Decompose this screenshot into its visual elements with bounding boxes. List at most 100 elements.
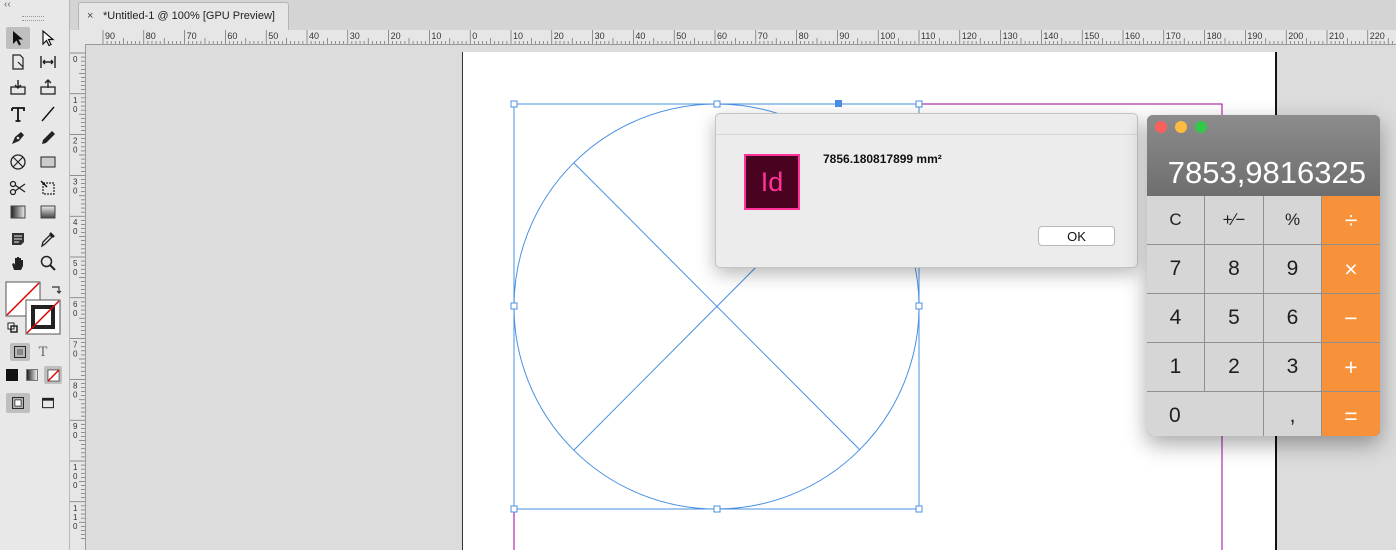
screen-mode-button[interactable] bbox=[36, 393, 60, 413]
ruler-label: 0 bbox=[73, 268, 78, 277]
ruler-label: 170 bbox=[1166, 31, 1181, 41]
calc-key[interactable]: 0 bbox=[1147, 392, 1263, 436]
formatting-affects-text[interactable]: T bbox=[33, 343, 53, 361]
ruler-label: 1 bbox=[73, 463, 78, 472]
feather-icon bbox=[40, 205, 56, 219]
minimize-window-button[interactable] bbox=[1175, 121, 1187, 133]
ruler-label: 80 bbox=[799, 31, 809, 41]
document-tab-bar: × *Untitled-1 @ 100% [GPU Preview] bbox=[70, 0, 1396, 31]
line-tool[interactable] bbox=[36, 103, 60, 125]
calc-key[interactable]: 6 bbox=[1264, 294, 1321, 342]
rectangle-tool[interactable] bbox=[36, 151, 60, 173]
gradient-feather-tool[interactable] bbox=[36, 201, 60, 223]
ruler-label: 140 bbox=[1043, 31, 1058, 41]
note-tool[interactable] bbox=[6, 228, 30, 250]
type-icon bbox=[11, 107, 25, 122]
calc-key[interactable]: 4 bbox=[1147, 294, 1204, 342]
zoom-tool[interactable] bbox=[36, 252, 60, 274]
ruler-label: 80 bbox=[146, 31, 156, 41]
close-tab-icon[interactable]: × bbox=[87, 3, 93, 29]
gradient-swatch-tool[interactable] bbox=[6, 201, 30, 223]
horizontal-ruler[interactable]: 90 80 70 60 50 40 30 20 10 0 10 20 30 40 50 60 70 80 90 100… bbox=[86, 30, 1396, 45]
calc-key[interactable]: 2 bbox=[1205, 343, 1263, 391]
container-icon bbox=[14, 346, 26, 358]
formatting-affects-container[interactable] bbox=[10, 343, 30, 361]
ruler-label: 0 bbox=[73, 146, 78, 155]
panel-grip[interactable] bbox=[22, 16, 44, 21]
calc-key[interactable]: − bbox=[1322, 294, 1380, 342]
calc-key[interactable]: , bbox=[1264, 392, 1321, 436]
calc-key[interactable]: 5 bbox=[1205, 294, 1263, 342]
calc-key[interactable]: 8 bbox=[1205, 245, 1263, 293]
calc-key[interactable]: 1 bbox=[1147, 343, 1204, 391]
ruler-origin[interactable] bbox=[70, 30, 87, 45]
ruler-label: 0 bbox=[73, 186, 78, 195]
indesign-app-icon: Id bbox=[744, 154, 800, 210]
zoom-window-button[interactable] bbox=[1195, 121, 1207, 133]
close-window-button[interactable] bbox=[1155, 121, 1167, 133]
ruler-label: 70 bbox=[187, 31, 197, 41]
page-tool[interactable] bbox=[6, 51, 30, 73]
calc-key[interactable]: + bbox=[1322, 343, 1380, 391]
ruler-label: 100 bbox=[880, 31, 895, 41]
dialog-titlebar[interactable] bbox=[716, 114, 1137, 135]
ruler-label: 60 bbox=[717, 31, 727, 41]
content-placer-tool[interactable] bbox=[36, 76, 60, 98]
apply-none-button[interactable] bbox=[44, 366, 62, 384]
pen-tool[interactable] bbox=[6, 127, 30, 149]
ruler-label: 20 bbox=[554, 31, 564, 41]
ruler-label: 150 bbox=[1084, 31, 1099, 41]
calculator-window: 7853,9816325 C +∕−% ÷ 7 8 9 × 4 5 6− 1 2 3 +0, = bbox=[1147, 115, 1380, 436]
ruler-label: 50 bbox=[268, 31, 278, 41]
ok-button[interactable]: OK bbox=[1038, 226, 1115, 246]
calc-key[interactable]: = bbox=[1322, 392, 1380, 436]
vertical-ruler[interactable]: 0102030405060708090100110 bbox=[70, 44, 86, 550]
ruler-label: 0 bbox=[73, 481, 78, 490]
reference-point-handle[interactable] bbox=[835, 100, 842, 107]
ruler-label: 0 bbox=[472, 31, 477, 41]
normal-view-mode[interactable] bbox=[6, 393, 30, 413]
scissors-tool[interactable] bbox=[6, 177, 30, 199]
rectangle-frame-tool[interactable] bbox=[6, 151, 30, 173]
calc-key[interactable]: 3 bbox=[1264, 343, 1321, 391]
eyedropper-tool[interactable] bbox=[36, 228, 60, 250]
apply-gradient-icon[interactable] bbox=[26, 369, 38, 381]
swap-fill-stroke-icon[interactable] bbox=[50, 283, 62, 295]
ruler-label: 190 bbox=[1247, 31, 1262, 41]
placer-icon bbox=[40, 79, 56, 95]
calc-key[interactable]: ÷ bbox=[1322, 196, 1380, 244]
document-tab[interactable]: × *Untitled-1 @ 100% [GPU Preview] bbox=[78, 2, 289, 31]
text-icon: T bbox=[38, 344, 48, 360]
ruler-label: 0 bbox=[73, 227, 78, 236]
ruler-label: 0 bbox=[73, 390, 78, 399]
note-icon bbox=[12, 233, 24, 245]
calc-key[interactable]: C bbox=[1147, 196, 1204, 244]
collapse-panel-button[interactable]: ‹‹ bbox=[4, 0, 11, 10]
direct-selection-tool[interactable] bbox=[36, 27, 60, 49]
calc-key[interactable]: +∕− bbox=[1205, 196, 1263, 244]
free-transform-tool[interactable] bbox=[36, 177, 60, 199]
content-collector-tool[interactable] bbox=[6, 76, 30, 98]
ruler-label: 10 bbox=[513, 31, 523, 41]
apply-color-icon[interactable] bbox=[6, 369, 18, 381]
hand-tool[interactable] bbox=[6, 252, 30, 274]
transform-icon bbox=[40, 180, 55, 195]
ruler-label: 10 bbox=[431, 31, 441, 41]
calculator-titlebar[interactable]: 7853,9816325 bbox=[1147, 115, 1380, 196]
calc-key[interactable]: × bbox=[1322, 245, 1380, 293]
hollow-arrow-icon bbox=[42, 29, 55, 47]
calc-key[interactable]: % bbox=[1264, 196, 1321, 244]
calc-key[interactable]: 9 bbox=[1264, 245, 1321, 293]
pencil-tool[interactable] bbox=[36, 127, 60, 149]
ruler-label: 3 bbox=[73, 177, 78, 186]
pen-icon bbox=[12, 132, 24, 144]
ruler-label: 130 bbox=[1003, 31, 1018, 41]
type-tool[interactable] bbox=[6, 103, 30, 125]
tools-panel: ‹‹ T bbox=[0, 0, 70, 550]
default-fill-stroke-icon[interactable] bbox=[7, 322, 19, 334]
selection-tool[interactable] bbox=[6, 27, 30, 49]
calc-key[interactable]: 7 bbox=[1147, 245, 1204, 293]
gap-tool[interactable] bbox=[36, 51, 60, 73]
collector-icon bbox=[10, 80, 26, 95]
ruler-label: 0 bbox=[73, 472, 78, 481]
